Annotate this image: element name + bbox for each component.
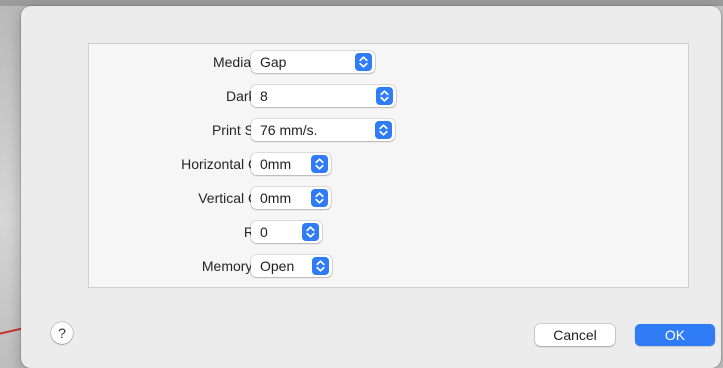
chevron-up-down-icon — [375, 121, 392, 139]
row-print-speed: Print Speed: 76 mm/s. — [89, 118, 688, 142]
question-mark-icon: ? — [58, 325, 66, 341]
print-speed-value: 76 mm/s. — [260, 122, 318, 138]
settings-panel: Media Type: Gap Darkness: 8 — [88, 43, 689, 288]
chevron-up-down-icon — [311, 155, 328, 173]
ok-button[interactable]: OK — [635, 324, 715, 346]
row-vertical-offset: Vertical Offset: 0mm — [89, 186, 688, 210]
chevron-up-down-icon — [312, 257, 329, 275]
help-button[interactable]: ? — [51, 322, 73, 344]
horizontal-offset-popup[interactable]: 0mm — [251, 153, 331, 175]
horizontal-offset-value: 0mm — [260, 156, 292, 172]
row-media-type: Media Type: Gap — [89, 50, 688, 74]
darkness-value: 8 — [260, 88, 268, 104]
row-rotate: Rotate: 0 — [89, 220, 688, 244]
row-memory-print: Memory Print: Open — [89, 254, 688, 278]
chevron-up-down-icon — [311, 189, 328, 207]
cancel-button[interactable]: Cancel — [535, 324, 615, 346]
rotate-popup[interactable]: 0 — [251, 221, 322, 243]
vertical-offset-popup[interactable]: 0mm — [251, 187, 331, 209]
chevron-up-down-icon — [302, 223, 319, 241]
chevron-up-down-icon — [355, 53, 372, 71]
print-settings-sheet: Media Type: Gap Darkness: 8 — [21, 6, 721, 368]
vertical-offset-value: 0mm — [260, 190, 292, 206]
row-darkness: Darkness: 8 — [89, 84, 688, 108]
rotate-value: 0 — [260, 224, 268, 240]
print-speed-popup[interactable]: 76 mm/s. — [251, 119, 395, 141]
media-type-popup[interactable]: Gap — [251, 51, 375, 73]
row-horizontal-offset: Horizontal Offset: 0mm — [89, 152, 688, 176]
media-type-value: Gap — [260, 54, 287, 70]
chevron-up-down-icon — [376, 87, 393, 105]
darkness-popup[interactable]: 8 — [251, 85, 396, 107]
memory-print-value: Open — [260, 258, 295, 274]
memory-print-popup[interactable]: Open — [251, 255, 332, 277]
